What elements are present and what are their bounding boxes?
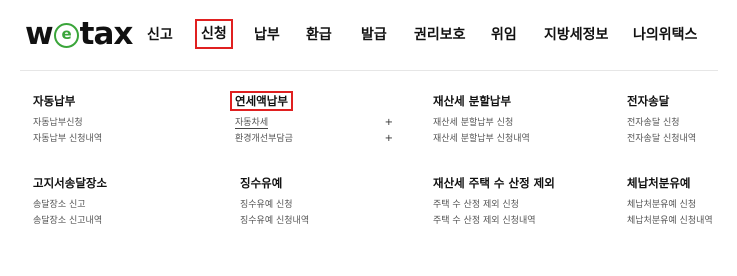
menu-group-collection-deferral: 징수유예 징수유예 신청 징수유예 신청내역 <box>240 175 410 229</box>
top-header: w e tax 신고 신청 납부 환급 발급 권리보호 위임 지방세정보 나의위택스 <box>0 0 737 70</box>
nav-item-singo[interactable]: 신고 <box>147 24 173 46</box>
menu-link-deferral-history[interactable]: 징수유예 신청내역 <box>240 213 410 229</box>
expand-plus-icon[interactable]: + <box>385 131 393 147</box>
logo-prefix: w <box>25 16 54 52</box>
menu-link-disposition-apply[interactable]: 체납처분유예 신청 <box>627 197 732 213</box>
nav-item-my-wetax[interactable]: 나의위택스 <box>633 24 697 46</box>
menu-link-deferral-apply[interactable]: 징수유예 신청 <box>240 197 410 213</box>
menu-group-title: 자동납부 <box>33 94 76 108</box>
expand-plus-icon[interactable]: + <box>385 115 393 131</box>
menu-group-title: 체납처분유예 <box>627 176 691 190</box>
menu-link-exclusion-history[interactable]: 주택 수 산정 제외 신청내역 <box>433 213 603 229</box>
logo-suffix: tax <box>79 16 134 52</box>
menu-group-title: 전자송달 <box>627 94 670 108</box>
menu-link-disposition-history[interactable]: 체납처분유예 신청내역 <box>627 213 732 229</box>
menu-group-title: 연세액납부 <box>230 91 293 111</box>
menu-group-title: 징수유예 <box>240 176 283 190</box>
logo-e-mark-icon: e <box>53 22 79 48</box>
menu-group-disposition-deferral: 체납처분유예 체납처분유예 신청 체납처분유예 신청내역 <box>627 175 732 229</box>
wetax-logo[interactable]: w e tax <box>25 14 134 54</box>
menu-group-title: 고지서송달장소 <box>33 176 108 190</box>
nav-item-hwangeup[interactable]: 환급 <box>306 24 332 46</box>
menu-group-auto-payment: 자동납부 자동납부신청 자동납부 신청내역 <box>33 93 203 147</box>
menu-group-electronic-delivery: 전자송달 전자송달 신청 전자송달 신청내역 <box>627 93 732 147</box>
menu-link-environment-charge[interactable]: 환경개선부담금 + <box>235 131 393 147</box>
menu-link-auto-payment-history[interactable]: 자동납부 신청내역 <box>33 131 203 147</box>
menu-group-annual-payment: 연세액납부 자동차세 + 환경개선부담금 + <box>230 90 393 147</box>
nav-item-rights-protection[interactable]: 권리보호 <box>414 24 466 46</box>
menu-group-title: 재산세 분할납부 <box>433 94 512 108</box>
header-divider <box>20 70 718 71</box>
menu-link-installment-history[interactable]: 재산세 분할납부 신청내역 <box>433 131 603 147</box>
menu-link-auto-payment-apply[interactable]: 자동납부신청 <box>33 115 203 131</box>
nav-item-napbu[interactable]: 납부 <box>254 24 280 46</box>
nav-item-balgeup[interactable]: 발급 <box>361 24 387 46</box>
nav-item-sincheong[interactable]: 신청 <box>195 19 233 49</box>
menu-link-vehicle-tax[interactable]: 자동차세 + <box>235 115 393 131</box>
nav-item-delegation[interactable]: 위임 <box>491 24 517 46</box>
nav-item-local-tax-info[interactable]: 지방세정보 <box>544 24 608 46</box>
menu-link-e-delivery-apply[interactable]: 전자송달 신청 <box>627 115 732 131</box>
menu-link-delivery-history[interactable]: 송달장소 신고내역 <box>33 213 203 229</box>
menu-link-exclusion-apply[interactable]: 주택 수 산정 제외 신청 <box>433 197 603 213</box>
menu-link-delivery-report[interactable]: 송달장소 신고 <box>33 197 203 213</box>
menu-link-e-delivery-history[interactable]: 전자송달 신청내역 <box>627 131 732 147</box>
menu-group-delivery-address: 고지서송달장소 송달장소 신고 송달장소 신고내역 <box>33 175 203 229</box>
menu-group-house-count-exclusion: 재산세 주택 수 산정 제외 주택 수 산정 제외 신청 주택 수 산정 제외 … <box>433 175 603 229</box>
menu-group-title: 재산세 주택 수 산정 제외 <box>433 176 555 190</box>
menu-group-property-installment: 재산세 분할납부 재산세 분할납부 신청 재산세 분할납부 신청내역 <box>433 93 603 147</box>
menu-link-installment-apply[interactable]: 재산세 분할납부 신청 <box>433 115 603 131</box>
